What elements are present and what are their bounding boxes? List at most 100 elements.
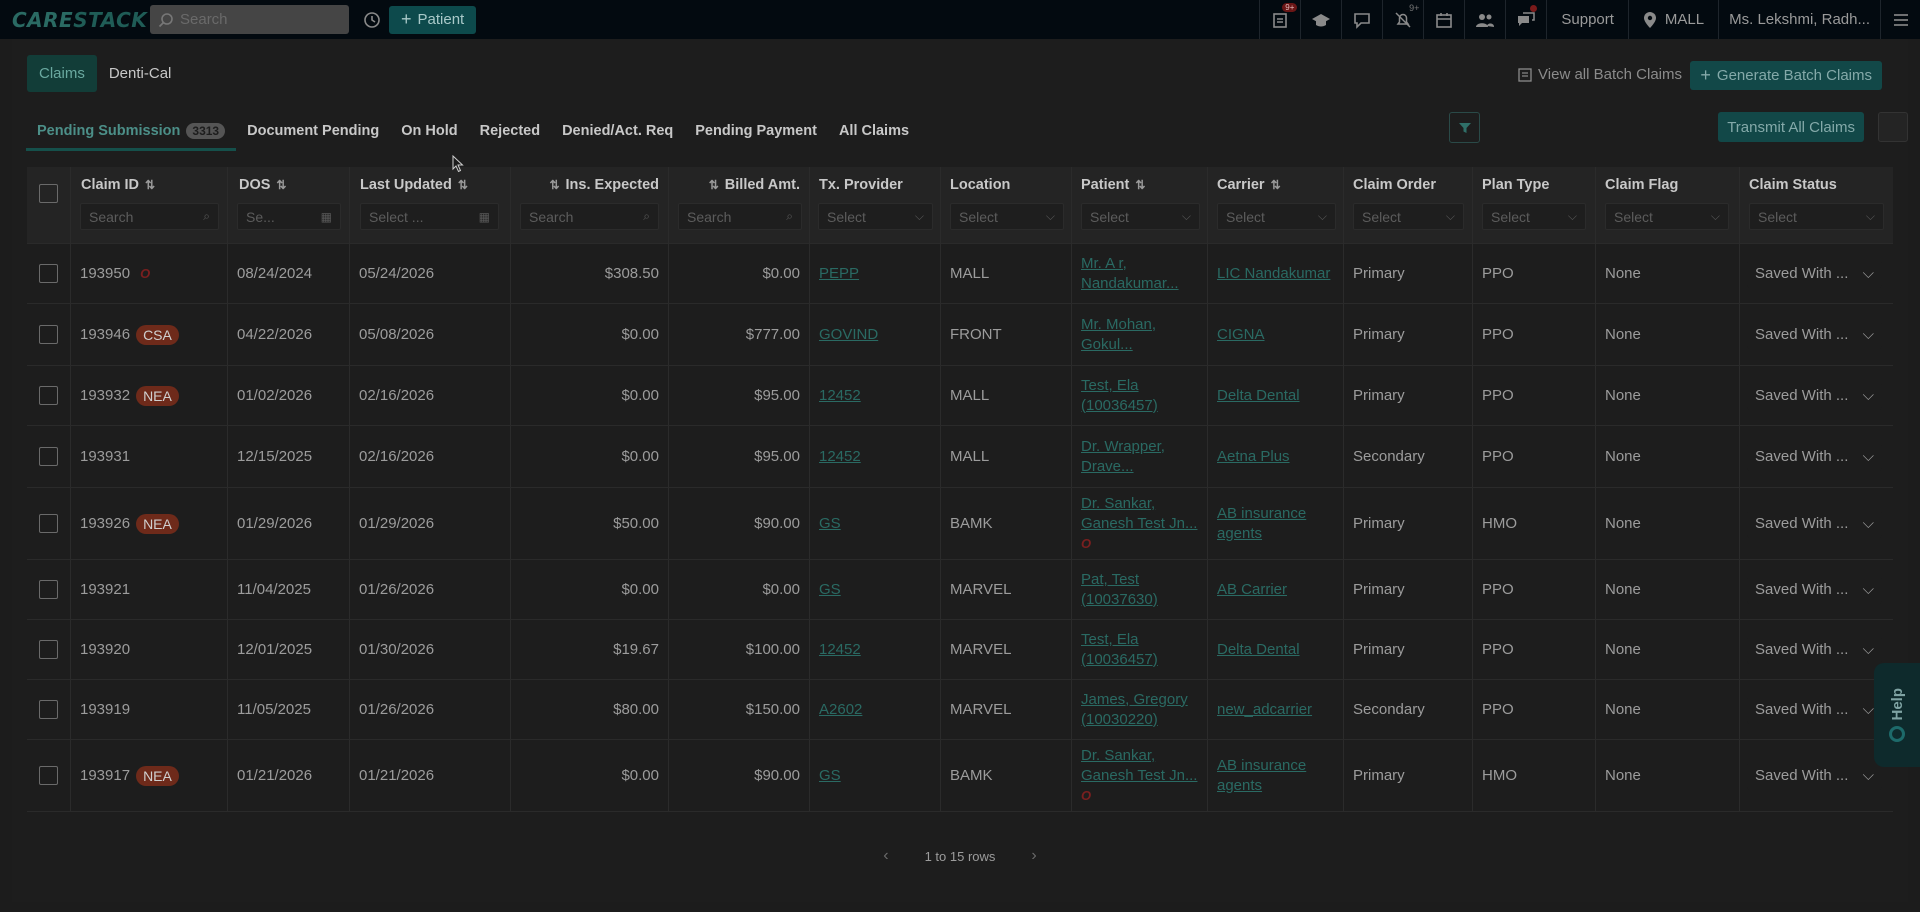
table-row[interactable]: 193921 11/04/2025 01/26/2026 $0.00 $0.00 GS MA… — [27, 560, 1893, 620]
location-selector[interactable]: MALL — [1627, 0, 1718, 39]
user-menu[interactable]: Ms. Lekshmi, Radh... — [1718, 0, 1880, 39]
carrier-link-secondary[interactable]: agents — [1217, 524, 1306, 544]
table-row[interactable]: 193926 NEA 01/29/2026 01/29/2026 $50.00 $90.0… — [27, 488, 1893, 560]
ins-expected-search-input[interactable]: Search ⌕ — [520, 203, 659, 230]
patient-link-secondary[interactable]: Ganesh Test Jn... — [1081, 766, 1197, 786]
row-checkbox[interactable] — [39, 700, 58, 719]
tx-provider-link[interactable]: 12452 — [819, 448, 861, 465]
messages-icon[interactable] — [1505, 0, 1546, 39]
tab-on-hold[interactable]: On Hold — [390, 111, 468, 151]
tx-provider-link[interactable]: GOVIND — [819, 326, 878, 343]
patient-link[interactable]: Dr. Sankar, — [1081, 746, 1197, 766]
patient-link[interactable]: Test, Ela — [1081, 630, 1158, 650]
tx-provider-link[interactable]: PEPP — [819, 265, 859, 282]
row-checkbox[interactable] — [39, 640, 58, 659]
table-row[interactable]: 193917 NEA 01/21/2026 01/21/2026 $0.00 $90.00… — [27, 740, 1893, 812]
table-row[interactable]: 193919 11/05/2025 01/26/2026 $80.00 $150.00 A… — [27, 680, 1893, 740]
dos-date-input[interactable]: Se... ▦ — [237, 203, 341, 230]
help-tab[interactable]: Help — [1874, 663, 1920, 767]
select-all-checkbox[interactable] — [39, 184, 58, 203]
patient-link[interactable]: James, Gregory — [1081, 690, 1188, 710]
generate-batch-claims-button[interactable]: + Generate Batch Claims — [1690, 61, 1882, 90]
carrier-link[interactable]: new_adcarrier — [1217, 700, 1312, 720]
col-ins-expected[interactable]: ⇅ Ins. Expected — [549, 177, 659, 193]
plan-type-select[interactable]: Select ⌵ — [1482, 203, 1586, 230]
patient-link[interactable]: Dr. Wrapper, — [1081, 437, 1165, 457]
claim-flag-select[interactable]: Select ⌵ — [1605, 203, 1729, 230]
table-row[interactable]: 193920 12/01/2025 01/30/2026 $19.67 $100.00 1… — [27, 620, 1893, 680]
claim-status-dropdown[interactable]: Saved With ... ⌵ — [1747, 442, 1882, 471]
table-row[interactable]: 193932 NEA 01/02/2026 02/16/2026 $0.00 $95.00… — [27, 366, 1893, 426]
claim-status-select[interactable]: Select ⌵ — [1749, 203, 1884, 230]
claim-order-select[interactable]: Select ⌵ — [1353, 203, 1464, 230]
claim-status-dropdown[interactable]: Saved With ... ⌵ — [1747, 509, 1882, 538]
patient-link[interactable]: Dr. Sankar, — [1081, 494, 1197, 514]
tab-pending-submission[interactable]: Pending Submission 3313 — [26, 111, 237, 151]
notifications-muted-icon[interactable]: 9+ — [1382, 0, 1423, 39]
support-link[interactable]: Support — [1546, 0, 1628, 39]
tx-provider-link[interactable]: 12452 — [819, 387, 861, 404]
hamburger-menu-icon[interactable] — [1880, 0, 1920, 39]
row-checkbox[interactable] — [39, 514, 58, 533]
claim-status-dropdown[interactable]: Saved With ... ⌵ — [1747, 761, 1882, 790]
patient-link[interactable]: Test, Ela — [1081, 376, 1158, 396]
calendar-icon[interactable] — [1423, 0, 1464, 39]
patient-link[interactable]: Mr. Mohan, — [1081, 315, 1156, 335]
row-checkbox[interactable] — [39, 580, 58, 599]
tx-provider-link[interactable]: GS — [819, 581, 841, 598]
carrier-select[interactable]: Select ⌵ — [1217, 203, 1336, 230]
table-row[interactable]: 193950 O 08/24/2024 05/24/2026 $308.50 $0.00 P… — [27, 244, 1893, 304]
carrier-link[interactable]: AB insurance — [1217, 504, 1306, 524]
row-checkbox[interactable] — [39, 325, 58, 344]
claim-status-dropdown[interactable]: Saved With ... ⌵ — [1747, 320, 1882, 349]
prev-page-icon[interactable]: ‹ — [883, 847, 888, 865]
claim-status-dropdown[interactable]: Saved With ... ⌵ — [1747, 575, 1882, 604]
claim-status-dropdown[interactable]: Saved With ... ⌵ — [1747, 635, 1882, 664]
subtab-denti-cal[interactable]: Denti-Cal — [97, 55, 184, 92]
patient-link-secondary[interactable]: Ganesh Test Jn... — [1081, 514, 1197, 534]
claim-status-dropdown[interactable]: Saved With ... ⌵ — [1747, 381, 1882, 410]
row-checkbox[interactable] — [39, 766, 58, 785]
tab-document-pending[interactable]: Document Pending — [236, 111, 390, 151]
location-select[interactable]: Select ⌵ — [950, 203, 1064, 230]
patient-link-secondary[interactable]: (10036457) — [1081, 396, 1158, 416]
carrier-link[interactable]: AB insurance — [1217, 756, 1306, 776]
patient-link-secondary[interactable]: (10037630) — [1081, 590, 1158, 610]
col-claim-id[interactable]: Claim ID ⇅ — [81, 177, 155, 193]
carrier-link-secondary[interactable]: agents — [1217, 776, 1306, 796]
claim-id-search-input[interactable]: Search ⌕ — [80, 203, 219, 230]
carrier-link[interactable]: Aetna Plus — [1217, 447, 1290, 467]
col-patient[interactable]: Patient ⇅ — [1081, 177, 1145, 193]
tab-denied-act-req[interactable]: Denied/Act. Req — [551, 111, 684, 151]
claim-status-dropdown[interactable]: Saved With ... ⌵ — [1747, 259, 1882, 288]
patient-link-secondary[interactable]: Gokul... — [1081, 335, 1156, 355]
carrier-link[interactable]: Delta Dental — [1217, 386, 1300, 406]
patient-link-secondary[interactable]: Nandakumar... — [1081, 274, 1179, 294]
tx-provider-link[interactable]: GS — [819, 515, 841, 532]
patient-link-secondary[interactable]: (10030220) — [1081, 710, 1188, 730]
tab-pending-payment[interactable]: Pending Payment — [684, 111, 828, 151]
tx-provider-link[interactable]: A2602 — [819, 701, 862, 718]
view-all-batch-claims-link[interactable]: View all Batch Claims — [1518, 66, 1682, 83]
users-icon[interactable] — [1464, 0, 1505, 39]
global-search-input[interactable]: Search — [150, 5, 349, 34]
carestack-logo[interactable]: CARESTACK — [12, 8, 150, 32]
patient-select[interactable]: Select ⌵ — [1081, 203, 1200, 230]
more-options-button[interactable] — [1878, 112, 1908, 142]
next-page-icon[interactable]: › — [1031, 847, 1036, 865]
transmit-all-claims-button[interactable]: Transmit All Claims — [1718, 112, 1864, 142]
last-updated-date-input[interactable]: Select ... ▦ — [360, 203, 499, 230]
patient-link[interactable]: Mr. A r, — [1081, 254, 1179, 274]
billed-amt-search-input[interactable]: Search ⌕ — [678, 203, 802, 230]
add-patient-button[interactable]: + Patient — [389, 5, 477, 34]
tab-rejected[interactable]: Rejected — [469, 111, 551, 151]
tasks-icon[interactable]: 9+ — [1259, 0, 1300, 39]
row-checkbox[interactable] — [39, 386, 58, 405]
patient-link-secondary[interactable]: (10036457) — [1081, 650, 1158, 670]
tx-provider-link[interactable]: GS — [819, 767, 841, 784]
chat-icon[interactable] — [1341, 0, 1382, 39]
carrier-link[interactable]: LIC Nandakumar — [1217, 264, 1330, 284]
carrier-link[interactable]: CIGNA — [1217, 325, 1265, 345]
tab-all-claims[interactable]: All Claims — [828, 111, 920, 151]
patient-link[interactable]: Pat, Test — [1081, 570, 1158, 590]
